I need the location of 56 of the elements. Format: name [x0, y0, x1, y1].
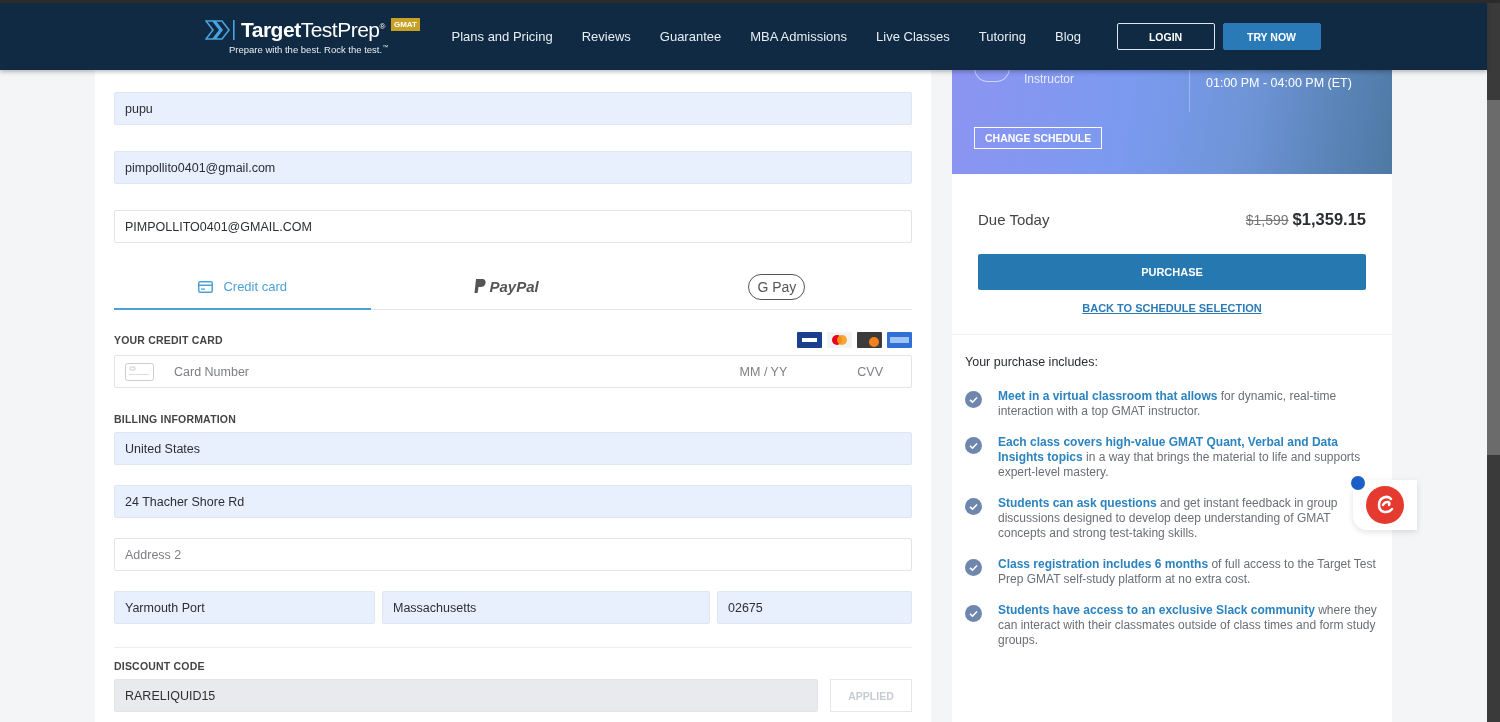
section-heading: DISCOUNT CODE: [114, 660, 206, 672]
nav-link[interactable]: Reviews: [567, 29, 646, 44]
input-field[interactable]: PIMPOLLITO0401@GMAIL.COM: [114, 210, 912, 243]
feature-text: Meet in a virtual classroom that allows for dynamic, real-time interaction with a top GMAT instructor.: [998, 389, 1338, 419]
class-time: 01:00 PM - 04:00 PM (ET): [1206, 76, 1352, 92]
due-label: Due Today: [978, 211, 1050, 228]
input-field[interactable]: 24 Thacher Shore Rd: [114, 485, 912, 518]
nav-link[interactable]: Plans and Pricing: [437, 29, 568, 44]
nav-link[interactable]: MBA Admissions: [735, 29, 862, 44]
exam-badge: GMAT: [390, 17, 420, 31]
total-price: $1,359.15: [1292, 210, 1366, 229]
nav-link[interactable]: Blog: [1040, 29, 1096, 44]
chat-logo-icon: [1365, 485, 1405, 525]
card-brand-icon: [857, 332, 882, 348]
includes-heading: Your purchase includes:: [965, 355, 1099, 369]
check-icon: [965, 559, 982, 576]
original-price: $1,599: [1245, 212, 1289, 228]
check-icon: [965, 391, 982, 408]
feature-text: Students can ask questions and get instant feedback in group discussions designed to develop deep understanding of GMAT concepts and strong test-taking skills.: [998, 496, 1339, 541]
try-now-button[interactable]: TRY NOW: [1222, 23, 1321, 50]
credit-card-icon: [198, 280, 214, 293]
card-outline-icon: [125, 362, 154, 381]
input-field[interactable]: Massachusetts: [382, 591, 710, 624]
nav-link[interactable]: Live Classes: [861, 29, 965, 44]
card-brand-icon: [797, 332, 822, 348]
paypal-icon: [474, 279, 487, 294]
card-brand-icon: [887, 332, 912, 348]
nav-link[interactable]: Guarantee: [645, 29, 736, 44]
input-field[interactable]: United States: [114, 432, 912, 465]
input-field[interactable]: pupu: [114, 92, 912, 125]
feature-text: Students have access to an exclusive Slack community where they can interact with their classmates outside of class times and form study groups.: [998, 603, 1378, 648]
paypal-tab[interactable]: PayPal: [371, 265, 642, 310]
check-icon: [965, 605, 982, 622]
input-field[interactable]: Yarmouth Port: [114, 591, 375, 624]
login-button[interactable]: LOGIN: [1116, 23, 1215, 50]
back-link[interactable]: BACK TO SCHEDULE SELECTION: [1082, 302, 1262, 314]
section-heading: YOUR CREDIT CARD: [114, 334, 223, 346]
feature-text: Class registration includes 6 months of full access to the Target Test Prep GMAT self-study platform at no extra cost.: [998, 557, 1377, 587]
nav-link[interactable]: Tutoring: [964, 29, 1041, 44]
brand-name[interactable]: TargetTestPrep$^{®}$: [241, 17, 385, 42]
logo-icon: [205, 18, 237, 41]
check-icon: [965, 498, 982, 515]
tagline: Prepare with the best. Rock the test.$^{™}$: [229, 43, 390, 56]
input-field[interactable]: Address 2: [114, 538, 912, 571]
input-field[interactable]: 02675: [717, 591, 912, 624]
section-heading: BILLING INFORMATION: [114, 413, 236, 425]
chat-button[interactable]: [1353, 480, 1417, 530]
input-field[interactable]: pimpollito0401@gmail.com: [114, 151, 912, 184]
google-pay-tab[interactable]: G Pay: [641, 265, 912, 310]
card-input-field[interactable]: Card Number MM / YY CVV: [114, 355, 912, 388]
feature-text: Each class covers high-value GMAT Quant, Verbal and Data Insights topics in a way that brings the material to life and supports expert-level mastery.: [998, 435, 1362, 480]
card-brand-icon: [827, 332, 852, 348]
scrollbar[interactable]: [1487, 3, 1500, 722]
purchase-button[interactable]: PURCHASE: [978, 254, 1366, 290]
check-icon: [965, 437, 982, 454]
instructor-role: Instructor: [1024, 72, 1074, 86]
